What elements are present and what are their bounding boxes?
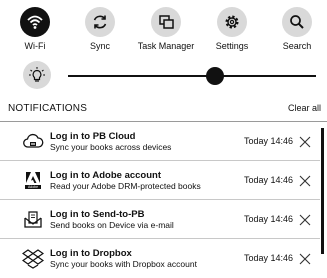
task-manager-icon [151, 7, 181, 37]
close-icon[interactable] [299, 135, 311, 148]
notification-title: Log in to Dropbox [50, 248, 132, 259]
search-icon [282, 7, 312, 37]
notifications-title: NOTIFICATIONS [8, 103, 88, 114]
close-icon[interactable] [299, 252, 311, 265]
quick-action-label: Task Manager [137, 41, 195, 51]
svg-text:Adobe: Adobe [28, 185, 38, 189]
scrollbar[interactable] [321, 128, 324, 254]
notification-time: Today 14:46 [244, 214, 294, 224]
cloud-icon [22, 130, 44, 152]
dropbox-icon [21, 247, 45, 269]
brightness-slider-handle[interactable] [206, 67, 224, 85]
quick-action-task-manager[interactable]: Task Manager [134, 7, 198, 51]
notification-item[interactable]: Log in to Send-to-PB Send books on Devic… [0, 200, 327, 239]
lightbulb-icon[interactable] [23, 61, 51, 89]
adobe-icon: Adobe [22, 169, 44, 191]
send-icon [22, 208, 44, 230]
quick-action-label: Wi-Fi [24, 41, 46, 51]
quick-action-wifi[interactable]: Wi-Fi [3, 7, 67, 51]
notification-title: Log in to PB Cloud [50, 131, 136, 142]
notification-list: Log in to PB Cloud Sync your books acros… [0, 122, 327, 274]
notification-subtitle: Send books on Device via e-mail [50, 220, 174, 230]
quick-action-search[interactable]: Search [265, 7, 327, 51]
notification-time: Today 14:46 [244, 136, 294, 146]
notification-title: Log in to Send-to-PB [50, 209, 145, 220]
notification-subtitle: Sync your books with Dropbox account [50, 259, 197, 269]
quick-action-label: Sync [89, 41, 110, 51]
notification-time: Today 14:46 [244, 175, 294, 185]
notification-subtitle: Sync your books across devices [50, 142, 172, 152]
quick-action-sync[interactable]: Sync [68, 7, 132, 51]
close-icon[interactable] [299, 174, 311, 187]
quick-action-settings[interactable]: Settings [200, 7, 264, 51]
notification-subtitle: Read your Adobe DRM-protected books [50, 181, 201, 191]
wifi-icon [20, 7, 50, 37]
gear-icon [217, 7, 247, 37]
close-icon[interactable] [299, 213, 311, 226]
notification-title: Log in to Adobe account [50, 170, 161, 181]
notification-item[interactable]: Adobe Log in to Adobe account Read your … [0, 161, 327, 200]
clear-all-button[interactable]: Clear all [288, 103, 321, 113]
notification-time: Today 14:46 [244, 253, 294, 263]
notification-item[interactable]: Log in to PB Cloud Sync your books acros… [0, 122, 327, 161]
quick-action-label: Search [282, 41, 312, 51]
sync-icon [85, 7, 115, 37]
quick-action-label: Settings [215, 41, 249, 51]
notification-item[interactable]: Log in to Dropbox Sync your books with D… [0, 239, 327, 278]
brightness-slider-track[interactable] [68, 75, 316, 77]
